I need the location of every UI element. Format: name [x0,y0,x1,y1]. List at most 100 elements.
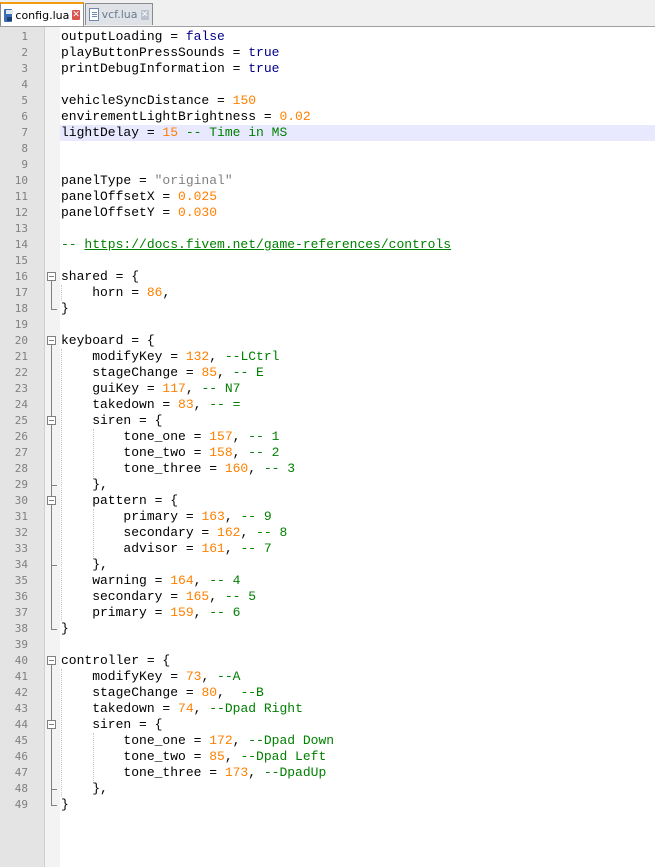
fold-toggle-icon[interactable] [47,336,56,345]
code-line[interactable]: guiKey = 117, -- N7 [60,381,655,397]
close-icon[interactable]: ✕ [140,9,149,20]
code-line[interactable]: siren = { [60,413,655,429]
code-token: --LCtrl [224,349,280,364]
code-line-text: panelOffsetX = 0.025 [61,189,217,205]
code-line-text: printDebugInformation = true [61,61,279,77]
code-line-text: siren = { [61,717,162,733]
code-line[interactable]: shared = { [60,269,655,285]
code-line[interactable]: secondary = 162, -- 8 [60,525,655,541]
code-line[interactable]: outputLoading = false [60,29,655,45]
code-line[interactable]: takedown = 74, --Dpad Right [60,701,655,717]
code-token: 73 [185,669,202,684]
code-token: warning = [61,573,171,588]
code-line[interactable]: }, [60,477,655,493]
code-line[interactable]: vehicleSyncDistance = 150 [60,93,655,109]
fold-toggle-icon[interactable] [47,720,56,729]
code-token: panelOffsetX = [61,189,179,204]
code-line[interactable] [60,637,655,653]
code-line-text: vehicleSyncDistance = 150 [61,93,256,109]
code-line[interactable]: modifyKey = 73, --A [60,669,655,685]
code-line[interactable]: tone_one = 172, --Dpad Down [60,733,655,749]
fold-toggle-icon[interactable] [47,656,56,665]
code-line[interactable]: tone_three = 173, --DpadUp [60,765,655,781]
code-line[interactable] [60,157,655,173]
code-line[interactable]: }, [60,781,655,797]
code-line[interactable]: siren = { [60,717,655,733]
code-line[interactable]: controller = { [60,653,655,669]
code-token: , [217,685,241,700]
line-number: 22 [14,366,28,379]
code-token: --Dpad Left [240,749,327,764]
code-token: tone_two = [61,749,210,764]
code-line-text: tone_three = 160, -- 3 [61,461,295,477]
code-token: advisor = [61,541,202,556]
code-line[interactable]: stageChange = 85, -- E [60,365,655,381]
code-line[interactable] [60,317,655,333]
code-line[interactable]: tone_two = 85, --Dpad Left [60,749,655,765]
close-icon[interactable]: ✕ [72,10,80,20]
fold-toggle-icon[interactable] [47,416,56,425]
code-line-text: tone_one = 172, --Dpad Down [61,733,334,749]
code-line[interactable] [60,253,655,269]
hyperlink[interactable]: https://docs.fivem.net/game-references/c… [84,237,451,252]
code-line[interactable] [60,77,655,93]
code-line[interactable]: panelType = "original" [60,173,655,189]
code-line-text: controller = { [61,653,170,669]
code-token: 164 [170,573,194,588]
code-line[interactable]: modifyKey = 132, --LCtrl [60,349,655,365]
code-line[interactable]: playButtonPressSounds = true [60,45,655,61]
fold-toggle-icon[interactable] [47,496,56,505]
code-line[interactable]: primary = 159, -- 6 [60,605,655,621]
line-number: 12 [14,206,28,219]
fold-toggle-icon[interactable] [47,272,56,281]
code-line[interactable]: }, [60,557,655,573]
code-line[interactable]: pattern = { [60,493,655,509]
code-token: envirementLightBrightness = [61,109,280,124]
code-token: , [224,509,241,524]
code-line[interactable]: panelOffsetY = 0.030 [60,205,655,221]
code-line[interactable]: lightDelay = 15 -- Time in MS [60,125,655,141]
code-line[interactable]: panelOffsetX = 0.025 [60,189,655,205]
code-line[interactable] [60,141,655,157]
code-token: 160 [224,461,249,476]
code-line[interactable]: -- https://docs.fivem.net/game-reference… [60,237,655,253]
code-line[interactable]: primary = 163, -- 9 [60,509,655,525]
line-number: 10 [14,174,28,187]
code-line[interactable]: tone_three = 160, -- 3 [60,461,655,477]
line-number: 41 [14,670,28,683]
code-line[interactable]: stageChange = 80, --B [60,685,655,701]
code-line[interactable]: printDebugInformation = true [60,61,655,77]
line-number: 29 [14,478,28,491]
code-token: } [61,797,69,812]
code-line[interactable]: keyboard = { [60,333,655,349]
code-line[interactable]: takedown = 83, -- = [60,397,655,413]
code-line-text: siren = { [61,413,162,429]
code-token: , [209,589,225,604]
code-line[interactable]: secondary = 165, -- 5 [60,589,655,605]
code-line[interactable]: } [60,301,655,317]
code-line-text: tone_three = 173, --DpadUp [61,765,326,781]
line-number: 43 [14,702,28,715]
code-line[interactable]: warning = 164, -- 4 [60,573,655,589]
line-number: 31 [14,510,28,523]
line-number: 2 [21,46,28,59]
code-token: 0.025 [178,189,218,204]
code-token: 173 [224,765,249,780]
code-line[interactable] [60,221,655,237]
code-line[interactable]: tone_two = 158, -- 2 [60,445,655,461]
code-token: secondary = [61,589,186,604]
code-token: -- E [232,365,264,380]
code-line[interactable]: envirementLightBrightness = 0.02 [60,109,655,125]
code-line[interactable]: } [60,797,655,813]
line-number: 8 [21,142,28,155]
tab-vcf-lua[interactable]: vcf.lua ✕ [85,3,153,25]
code-line-text: } [61,301,69,317]
code-token: 86 [146,285,163,300]
code-line[interactable]: tone_one = 157, -- 1 [60,429,655,445]
code-token: siren = { [61,717,163,732]
code-line[interactable]: } [60,621,655,637]
code-token: -- 7 [240,541,272,556]
code-line[interactable]: horn = 86, [60,285,655,301]
tab-config-lua[interactable]: config.lua ✕ [0,2,84,26]
code-line[interactable]: advisor = 161, -- 7 [60,541,655,557]
